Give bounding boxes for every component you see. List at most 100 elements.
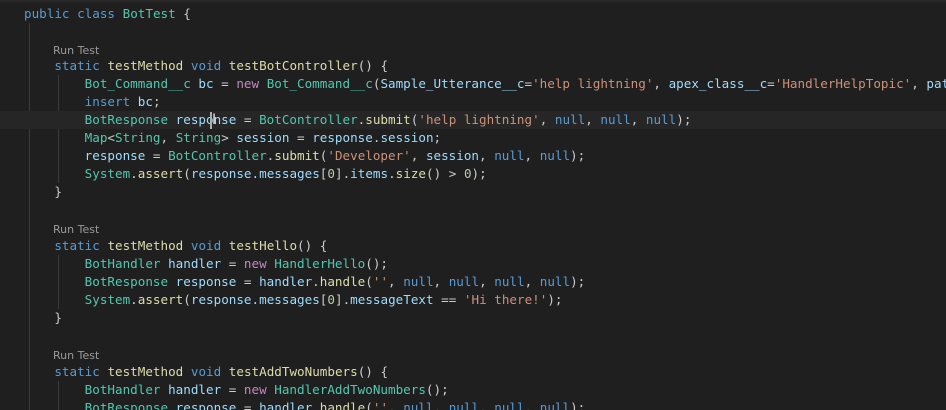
code-line[interactable]: BotResponse response = handler.handle(''… bbox=[0, 399, 586, 410]
code-line[interactable]: BotHandler handler = new HandlerHello(); bbox=[0, 255, 388, 273]
code-token: assert bbox=[137, 292, 184, 307]
code-token: null bbox=[494, 274, 525, 289]
code-token: 'Hi there!' bbox=[463, 292, 548, 307]
code-token: . bbox=[251, 292, 260, 307]
code-token: null bbox=[448, 274, 480, 289]
code-token: . bbox=[130, 292, 138, 307]
code-token: testMethod bbox=[107, 238, 184, 253]
code-line[interactable]: BotHandler handler = new HandlerAddTwoNu… bbox=[0, 381, 449, 399]
code-line[interactable]: System.assert(response.messages[0].items… bbox=[0, 165, 487, 183]
code-token: ); bbox=[570, 274, 586, 289]
code-token: . bbox=[312, 400, 320, 410]
code-token: ]. bbox=[334, 166, 351, 181]
code-token: null bbox=[494, 148, 525, 163]
code-token: static bbox=[54, 58, 100, 73]
code-token: testAddTwoNumbers bbox=[228, 364, 358, 379]
code-line[interactable]: insert bc; bbox=[0, 93, 161, 111]
code-token: Sample_Utterance__c bbox=[380, 76, 525, 91]
code-token: , bbox=[479, 400, 495, 410]
code-token: handler bbox=[168, 382, 222, 397]
code-token: , bbox=[524, 400, 540, 410]
code-token: submit bbox=[365, 112, 411, 127]
code-token: null bbox=[554, 112, 586, 127]
code-token: () { bbox=[297, 238, 328, 253]
code-token: session bbox=[380, 130, 434, 145]
code-token: handle bbox=[319, 274, 366, 289]
code-token: apex_class__c bbox=[668, 76, 768, 91]
code-token: 'help lightning' bbox=[532, 76, 654, 91]
code-line[interactable]: public class BotTest { bbox=[0, 5, 191, 23]
code-token: size bbox=[395, 166, 427, 181]
code-token: ); bbox=[570, 148, 586, 163]
code-token: = bbox=[145, 148, 169, 163]
code-token: bc bbox=[137, 94, 153, 109]
code-token: System bbox=[84, 166, 131, 181]
code-token: void bbox=[190, 58, 222, 73]
code-token: ( bbox=[365, 274, 373, 289]
code-token: submit bbox=[274, 148, 320, 163]
code-line[interactable]: } bbox=[0, 183, 62, 201]
code-token: (); bbox=[365, 256, 389, 271]
code-line[interactable] bbox=[0, 327, 24, 345]
code-token: Bot_Command__c bbox=[266, 76, 373, 91]
code-token: BotResponse bbox=[84, 274, 169, 289]
code-token: BotHandler bbox=[84, 256, 161, 271]
code-token: null bbox=[448, 400, 480, 410]
code-token: testMethod bbox=[107, 364, 184, 379]
code-token: null bbox=[645, 112, 677, 127]
code-token: insert bbox=[84, 94, 131, 109]
code-token: ; bbox=[152, 94, 161, 109]
code-token: void bbox=[190, 238, 222, 253]
code-token: null bbox=[539, 400, 571, 410]
code-line[interactable]: static testMethod void testHello() { bbox=[0, 237, 327, 255]
code-token: HandlerAddTwoNumbers bbox=[274, 382, 426, 397]
code-line[interactable]: BotResponse response = BotController.sub… bbox=[0, 111, 946, 129]
code-token: session bbox=[236, 130, 290, 145]
run-test-codelens[interactable]: Run Test bbox=[53, 222, 99, 238]
code-token: messages bbox=[259, 166, 320, 181]
code-line[interactable]: } bbox=[0, 309, 62, 327]
run-test-codelens[interactable]: Run Test bbox=[53, 348, 99, 364]
code-token: = bbox=[767, 76, 775, 91]
code-token: = bbox=[221, 382, 244, 397]
code-line[interactable]: static testMethod void testAddTwoNumbers… bbox=[0, 363, 388, 381]
code-token: Map bbox=[84, 130, 108, 145]
mouse-ibeam-icon: I bbox=[212, 112, 217, 128]
code-token: handler bbox=[259, 274, 313, 289]
code-token: String bbox=[115, 130, 161, 145]
code-token: null bbox=[494, 400, 525, 410]
code-line[interactable] bbox=[0, 201, 24, 219]
code-token: 0 bbox=[327, 292, 335, 307]
code-token: ]. bbox=[334, 292, 351, 307]
code-line[interactable]: Map<String, String> session = response.s… bbox=[0, 129, 441, 147]
code-token: , bbox=[479, 148, 495, 163]
code-token: , bbox=[388, 274, 404, 289]
code-line[interactable]: static testMethod void testBotController… bbox=[0, 57, 388, 75]
code-line[interactable]: System.assert(response.messages[0].messa… bbox=[0, 291, 563, 309]
code-token: BotTest bbox=[122, 6, 176, 21]
code-token: . bbox=[251, 166, 260, 181]
code-line[interactable] bbox=[0, 23, 24, 41]
code-token: BotResponse bbox=[84, 400, 169, 410]
code-token: String bbox=[175, 130, 222, 145]
code-line[interactable]: BotResponse response = handler.handle(''… bbox=[0, 273, 586, 291]
code-line[interactable]: Bot_Command__c bc = new Bot_Command__c(S… bbox=[0, 75, 946, 93]
code-line[interactable]: response = BotController.submit('Develop… bbox=[0, 147, 586, 165]
code-token: ); bbox=[471, 166, 487, 181]
code-token: , bbox=[585, 112, 601, 127]
code-token: messages bbox=[259, 292, 320, 307]
code-editor[interactable]: public class BotTest { Run Test static te… bbox=[0, 0, 946, 410]
code-token: null bbox=[539, 148, 571, 163]
